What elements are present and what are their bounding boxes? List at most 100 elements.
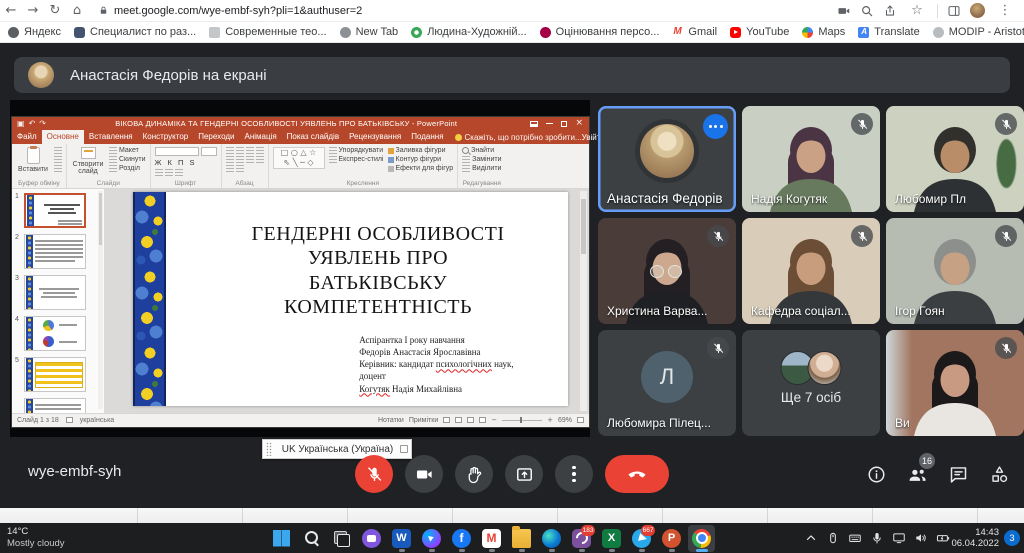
teams-chat-button[interactable] (358, 525, 385, 552)
volume-icon[interactable] (914, 531, 928, 545)
tell-me-box[interactable]: Скажіть, що потрібно зробити... (455, 133, 582, 142)
tab-transitions[interactable]: Переходи (193, 130, 239, 144)
bookmark-translate[interactable]: Translate (858, 26, 919, 38)
messenger-button[interactable] (418, 525, 445, 552)
current-slide[interactable]: ГЕНДЕРНІ ОСОБЛИВОСТІ УЯВЛЕНЬ ПРО БАТЬКІВ… (133, 192, 568, 406)
replace-button[interactable]: Замінити (462, 156, 501, 163)
tab-view[interactable]: Подання (406, 130, 448, 144)
comments-button[interactable]: Примітки (409, 417, 438, 424)
align-center-icon[interactable] (236, 156, 244, 163)
thumbnail-slide-2[interactable]: 2 (15, 234, 94, 269)
normal-view-icon[interactable] (443, 417, 450, 423)
thumbnails-scrollbar[interactable] (98, 191, 103, 409)
language-options-icon[interactable] (400, 445, 408, 453)
drag-handle[interactable] (266, 442, 272, 456)
reading-view-icon[interactable] (467, 417, 474, 423)
editor-scrollbar[interactable] (580, 191, 587, 411)
clock-widget[interactable]: 14:43 06.04.2022 (951, 527, 999, 550)
zoom-slider[interactable] (502, 420, 542, 421)
tile-liubomyr[interactable]: Любомир Пл (886, 106, 1024, 212)
indent-icon[interactable] (246, 147, 254, 154)
bookmark-modip[interactable]: MODIP - Aristotle... (933, 26, 1024, 38)
spacing-icon[interactable] (256, 147, 264, 154)
shape-outline-button[interactable]: Контур фігури (388, 156, 454, 163)
zoom-icon[interactable] (860, 4, 874, 18)
telegram-button[interactable]: 667 (628, 525, 655, 552)
profile-avatar[interactable] (970, 3, 985, 18)
font-style-buttons[interactable]: Ж К П S (155, 158, 217, 167)
mouse-icon[interactable] (826, 531, 840, 545)
minimize-icon[interactable] (546, 123, 553, 124)
tile-nadiia-kohutiak[interactable]: Надія Когутяк (742, 106, 880, 212)
thumbnail-slide-1[interactable]: 1 (15, 193, 94, 228)
thumbnail-slide-6[interactable] (15, 398, 94, 413)
powerpoint-button[interactable] (658, 525, 685, 552)
format-painter-icon[interactable] (54, 165, 62, 172)
paste-button[interactable]: Вставити (16, 147, 50, 173)
copy-icon[interactable] (54, 156, 62, 163)
tab-review[interactable]: Рецензування (344, 130, 406, 144)
tab-capture-icon[interactable] (837, 4, 851, 18)
quick-styles-button[interactable]: Експрес-стилі (329, 156, 384, 163)
slideshow-icon[interactable] (479, 417, 486, 423)
tile-ihor-hoian[interactable]: Ігор Гоян (886, 218, 1024, 324)
microphone-tray-icon[interactable] (870, 531, 884, 545)
viber-button[interactable]: 183 (568, 525, 595, 552)
font-size-box[interactable] (201, 147, 217, 156)
arrange-button[interactable]: Упорядкувати (329, 147, 384, 154)
reset-button[interactable]: Скинути (109, 156, 146, 163)
bullets-icon[interactable] (226, 147, 234, 154)
undo-icon[interactable] (29, 117, 36, 130)
word-button[interactable] (388, 525, 415, 552)
bookmark-liudyna[interactable]: Людина-Художній... (411, 26, 526, 38)
tab-slideshow[interactable]: Показ слайдів (282, 130, 344, 144)
touch-keyboard-icon[interactable] (848, 531, 862, 545)
zoom-out-button[interactable]: − (491, 416, 497, 424)
weather-widget[interactable]: 14°C Mostly cloudy (7, 526, 65, 550)
activities-button[interactable] (989, 464, 1010, 485)
end-call-button[interactable] (605, 455, 669, 493)
find-button[interactable]: Знайти (462, 147, 501, 154)
tile-overflow-others[interactable]: Ще 7 осіб (742, 330, 880, 436)
bookmark-yandex[interactable]: Яндекс (8, 26, 61, 38)
facebook-button[interactable] (448, 525, 475, 552)
file-explorer-button[interactable] (508, 525, 535, 552)
justify-icon[interactable] (256, 156, 264, 163)
display-settings-icon[interactable] (66, 417, 73, 423)
numbering-icon[interactable] (236, 147, 244, 154)
search-button[interactable] (298, 525, 325, 552)
browser-menu-icon[interactable] (994, 0, 1016, 22)
start-button[interactable] (268, 525, 295, 552)
notes-button[interactable]: Нотатки (378, 417, 404, 424)
mic-toggle-button[interactable] (355, 455, 393, 493)
bookmark-specialist[interactable]: Специалист по раз... (74, 26, 196, 38)
font-color-icon[interactable] (165, 169, 173, 176)
mail-button[interactable] (478, 525, 505, 552)
shapes-gallery[interactable]: □ ○ △ ☆⇖ ╲ ─ ◇ (273, 147, 325, 169)
tab-animations[interactable]: Анімація (239, 130, 281, 144)
tile-menu-button[interactable] (703, 114, 728, 139)
bookmark-gmail[interactable]: Gmail (672, 26, 717, 38)
display-cast-icon[interactable] (892, 531, 906, 545)
bookmark-sovremennye[interactable]: Современные тео... (209, 26, 326, 38)
thumbnail-slide-5[interactable]: 5 (15, 357, 94, 392)
more-options-button[interactable] (555, 455, 593, 493)
home-icon[interactable] (66, 0, 88, 22)
layout-button[interactable]: Макет (109, 147, 146, 154)
maximize-icon[interactable] (561, 121, 567, 127)
camera-toggle-button[interactable] (405, 455, 443, 493)
cut-icon[interactable] (54, 147, 62, 154)
tile-khrystyna[interactable]: Христина Варва... (598, 218, 736, 324)
raise-hand-button[interactable] (455, 455, 493, 493)
ribbon-options-icon[interactable] (530, 121, 538, 127)
columns-icon[interactable] (226, 165, 234, 172)
proofing-language[interactable]: українська (80, 417, 114, 424)
fit-slide-icon[interactable] (577, 417, 584, 423)
tile-you[interactable]: Ви (886, 330, 1024, 436)
tile-liubomyra[interactable]: Л Любомира Пілец... (598, 330, 736, 436)
thumbnail-slide-4[interactable]: 4 (15, 316, 94, 351)
zoom-in-button[interactable]: + (547, 416, 553, 424)
battery-icon[interactable] (936, 531, 950, 545)
excel-button[interactable] (598, 525, 625, 552)
forward-icon[interactable] (22, 0, 44, 22)
